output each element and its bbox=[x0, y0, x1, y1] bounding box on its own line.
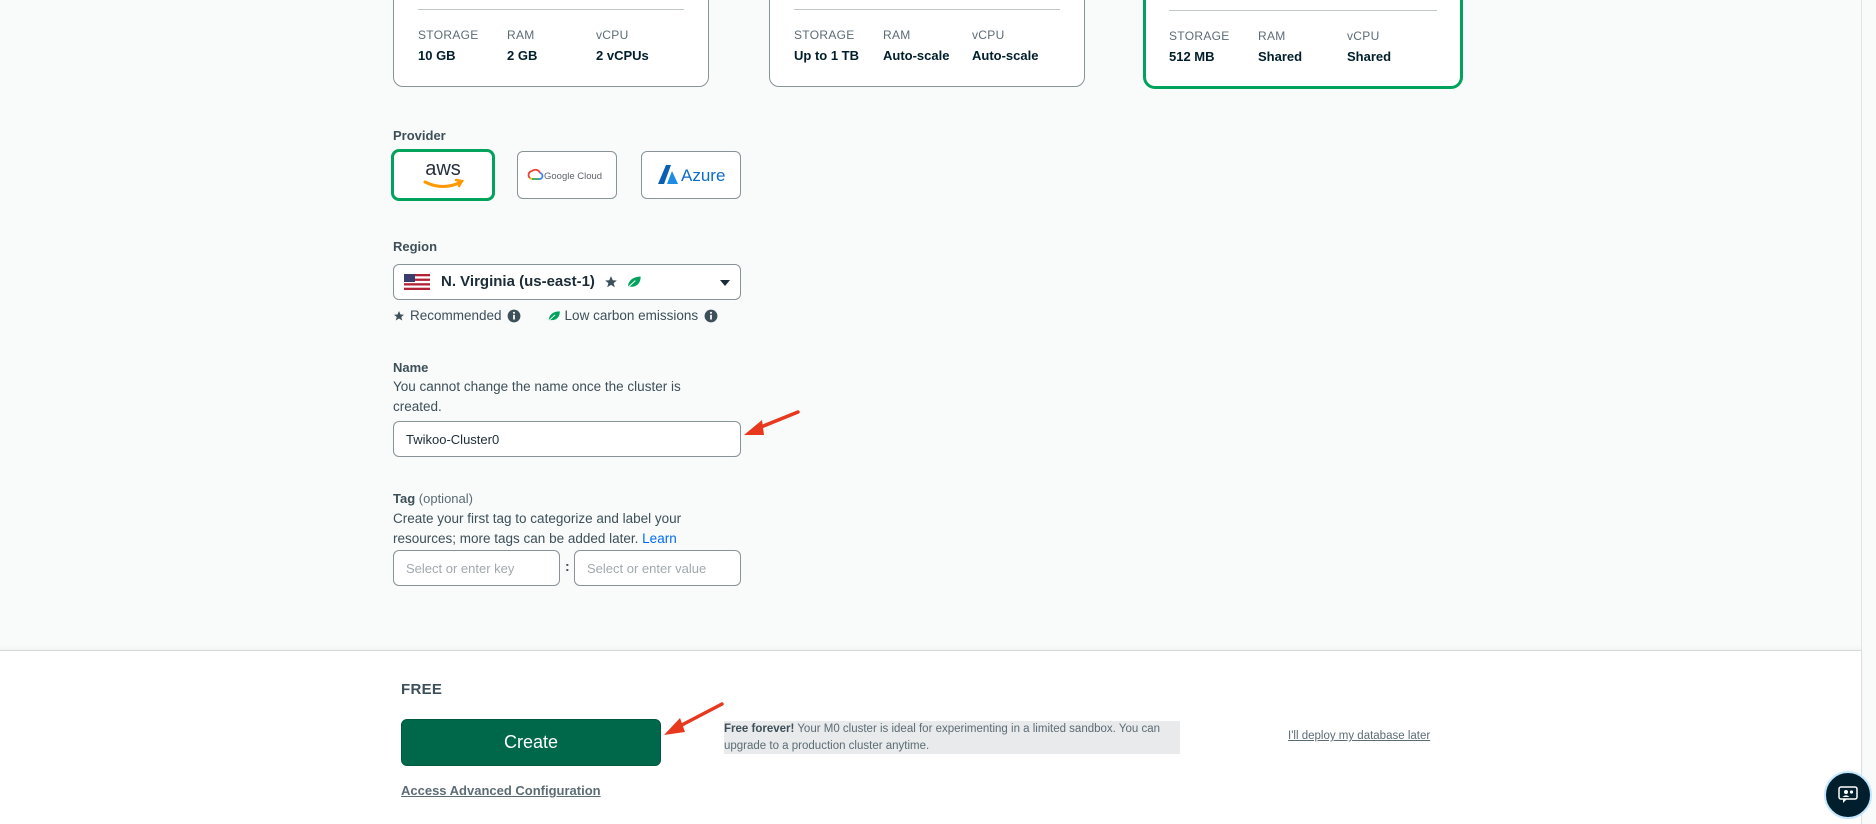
name-help-text: You cannot change the name once the clus… bbox=[393, 379, 681, 414]
recommended-label: Recommended bbox=[410, 308, 502, 323]
spec-storage: STORAGE Up to 1 TB bbox=[794, 28, 859, 63]
chevron-down-icon bbox=[720, 280, 730, 286]
leaf-icon bbox=[547, 310, 560, 321]
tag-label: Tag (optional) bbox=[393, 491, 473, 506]
region-selected-value: N. Virginia (us-east-1) bbox=[441, 273, 595, 290]
spec-ram: RAM Shared bbox=[1258, 29, 1303, 64]
tag-separator: : bbox=[565, 558, 570, 574]
divider bbox=[418, 9, 684, 10]
advanced-config-link[interactable]: Access Advanced Configuration bbox=[401, 783, 601, 798]
spec-vcpu: vCPU 2 vCPUs bbox=[596, 28, 649, 63]
chat-support-button[interactable] bbox=[1824, 771, 1872, 819]
spec-storage: STORAGE 512 MB bbox=[1169, 29, 1230, 64]
region-legend: Recommended Low carbon emissions bbox=[393, 308, 718, 323]
spec-vcpu: vCPU Auto-scale bbox=[972, 28, 1039, 63]
create-button[interactable]: Create bbox=[401, 719, 661, 766]
info-icon[interactable] bbox=[507, 309, 521, 323]
info-icon[interactable] bbox=[704, 309, 718, 323]
azure-logo-icon: Azure bbox=[658, 165, 725, 185]
provider-label: Provider bbox=[393, 128, 446, 143]
tag-value-input[interactable] bbox=[574, 550, 741, 586]
deploy-later-link[interactable]: I'll deploy my database later bbox=[1288, 730, 1430, 742]
scrollbar-track[interactable] bbox=[1861, 0, 1862, 824]
name-label: Name bbox=[393, 360, 429, 375]
tier-card-dedicated[interactable]: STORAGE 10 GB RAM 2 GB vCPU 2 vCPUs bbox=[393, 0, 709, 87]
star-icon bbox=[605, 276, 617, 288]
provider-google-cloud-button[interactable]: Google Cloud bbox=[517, 151, 617, 199]
google-cloud-logo-icon: Google Cloud bbox=[527, 168, 602, 182]
leaf-icon bbox=[627, 276, 641, 288]
tag-optional: (optional) bbox=[418, 491, 473, 506]
us-flag-icon bbox=[404, 274, 430, 290]
svg-text:aws: aws bbox=[425, 158, 461, 180]
annotation-arrow bbox=[664, 702, 724, 735]
divider bbox=[1169, 10, 1437, 11]
tier-card-serverless[interactable]: STORAGE Up to 1 TB RAM Auto-scale vCPU Auto… bbox=[769, 0, 1085, 87]
free-forever-title: Free forever! bbox=[724, 723, 795, 735]
price-label: FREE bbox=[401, 681, 443, 698]
divider bbox=[794, 9, 1060, 10]
tag-key-input[interactable] bbox=[393, 550, 560, 586]
spec-vcpu: vCPU Shared bbox=[1347, 29, 1392, 64]
spec-ram: RAM 2 GB bbox=[507, 28, 538, 63]
svg-text:Google Cloud: Google Cloud bbox=[544, 171, 602, 182]
low-carbon-label: Low carbon emissions bbox=[564, 308, 699, 323]
annotation-arrow bbox=[744, 410, 800, 435]
region-select[interactable]: N. Virginia (us-east-1) bbox=[393, 264, 741, 300]
tier-card-shared-selected[interactable]: STORAGE 512 MB RAM Shared vCPU Shared bbox=[1143, 0, 1463, 89]
aws-logo-icon: aws bbox=[423, 158, 465, 188]
svg-text:Azure: Azure bbox=[681, 166, 725, 185]
provider-aws-button[interactable]: aws bbox=[391, 149, 495, 201]
star-icon bbox=[394, 310, 404, 320]
chat-icon bbox=[1838, 786, 1858, 803]
cluster-name-input[interactable] bbox=[393, 421, 741, 457]
spec-ram: RAM Auto-scale bbox=[883, 28, 950, 63]
free-forever-note: Free forever! Your M0 cluster is ideal f… bbox=[724, 721, 1180, 754]
spec-storage: STORAGE 10 GB bbox=[418, 28, 479, 63]
provider-azure-button[interactable]: Azure bbox=[641, 151, 741, 199]
region-label: Region bbox=[393, 239, 438, 254]
